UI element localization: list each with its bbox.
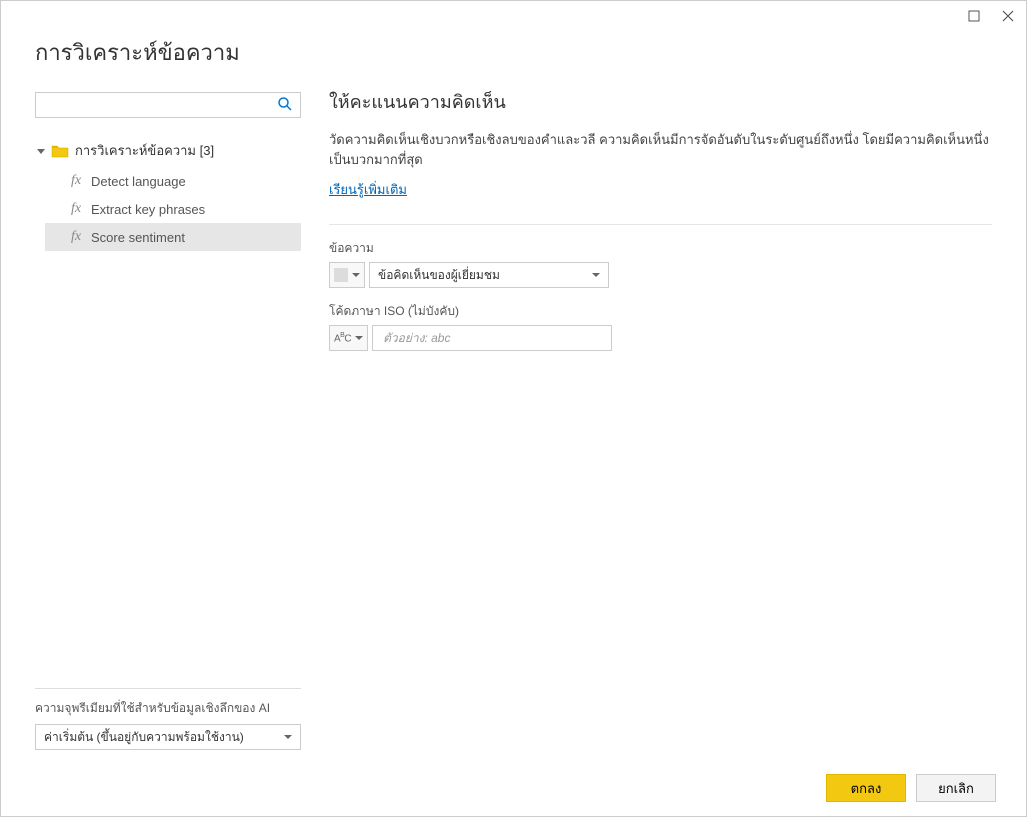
column-type-selector[interactable]: [329, 262, 365, 288]
chevron-down-icon: [37, 149, 45, 154]
maximize-icon: [968, 10, 980, 22]
tree-children: fx Detect language fx Extract key phrase…: [45, 167, 301, 251]
close-button[interactable]: [998, 6, 1018, 26]
field-label: ข้อความ: [329, 239, 992, 258]
value-type-selector[interactable]: ABC: [329, 325, 368, 351]
ok-button[interactable]: ตกลง: [826, 774, 906, 802]
tree-item-label: Detect language: [91, 174, 186, 189]
chevron-down-icon: [352, 273, 360, 277]
tree-item-label: Extract key phrases: [91, 202, 205, 217]
text-column-dropdown[interactable]: ข้อคิดเห็นของผู้เยี่ยมชม: [369, 262, 609, 288]
chevron-down-icon: [592, 273, 600, 277]
function-description: วัดความคิดเห็นเชิงบวกหรือเชิงลบของคำและว…: [329, 130, 992, 169]
learn-more-link[interactable]: เรียนรู้เพิ่มเติม: [329, 179, 407, 200]
close-icon: [1002, 10, 1014, 22]
dialog-title: การวิเคราะห์ข้อความ: [35, 35, 301, 70]
function-tree: การวิเคราะห์ข้อความ [3] fx Detect langua…: [35, 136, 301, 251]
dialog-window: การวิเคราะห์ข้อความ การวิเคราะห์ข้อความ …: [0, 0, 1027, 817]
function-icon: fx: [69, 229, 83, 245]
function-icon: fx: [69, 201, 83, 217]
chevron-down-icon: [355, 336, 363, 340]
field-iso: โค้ดภาษา ISO (ไม่บังคับ) ABC: [329, 302, 992, 351]
tree-item-detect-language[interactable]: fx Detect language: [45, 167, 301, 195]
sidebar: การวิเคราะห์ข้อความ การวิเคราะห์ข้อความ …: [35, 31, 325, 750]
capacity-label: ความจุพรีเมียมที่ใช้สำหรับข้อมูลเชิงลึกข…: [35, 688, 301, 718]
column-icon: [334, 268, 348, 282]
cancel-button[interactable]: ยกเลิก: [916, 774, 996, 802]
tree-item-label: Score sentiment: [91, 230, 185, 245]
capacity-dropdown[interactable]: ค่าเริ่มต้น (ขึ้นอยู่กับความพร้อมใช้งาน): [35, 724, 301, 750]
tree-root-label: การวิเคราะห์ข้อความ [3]: [75, 140, 214, 161]
divider: [329, 224, 992, 225]
tree-item-score-sentiment[interactable]: fx Score sentiment: [45, 223, 301, 251]
text-column-value: ข้อคิดเห็นของผู้เยี่ยมชม: [378, 266, 500, 285]
tree-root[interactable]: การวิเคราะห์ข้อความ [3]: [35, 136, 301, 165]
capacity-value: ค่าเริ่มต้น (ขึ้นอยู่กับความพร้อมใช้งาน): [44, 728, 244, 747]
iso-language-input[interactable]: [381, 330, 603, 346]
search-input[interactable]: [35, 92, 301, 118]
field-text: ข้อความ ข้อคิดเห็นของผู้เยี่ยมชม: [329, 239, 992, 288]
field-label: โค้ดภาษา ISO (ไม่บังคับ): [329, 302, 992, 321]
main-panel: ให้คะแนนความคิดเห็น วัดความคิดเห็นเชิงบว…: [325, 31, 992, 750]
search-box: [35, 92, 301, 118]
chevron-down-icon: [284, 735, 292, 739]
titlebar: [1, 1, 1026, 31]
function-title: ให้คะแนนความคิดเห็น: [329, 87, 992, 116]
abc-icon: ABC: [334, 332, 351, 344]
search-icon: [277, 96, 295, 114]
maximize-button[interactable]: [964, 6, 984, 26]
iso-input-wrapper: [372, 325, 612, 351]
dialog-content: การวิเคราะห์ข้อความ การวิเคราะห์ข้อความ …: [1, 31, 1026, 760]
dialog-footer: ตกลง ยกเลิก: [1, 760, 1026, 816]
function-icon: fx: [69, 173, 83, 189]
folder-icon: [51, 144, 69, 158]
tree-item-extract-key-phrases[interactable]: fx Extract key phrases: [45, 195, 301, 223]
